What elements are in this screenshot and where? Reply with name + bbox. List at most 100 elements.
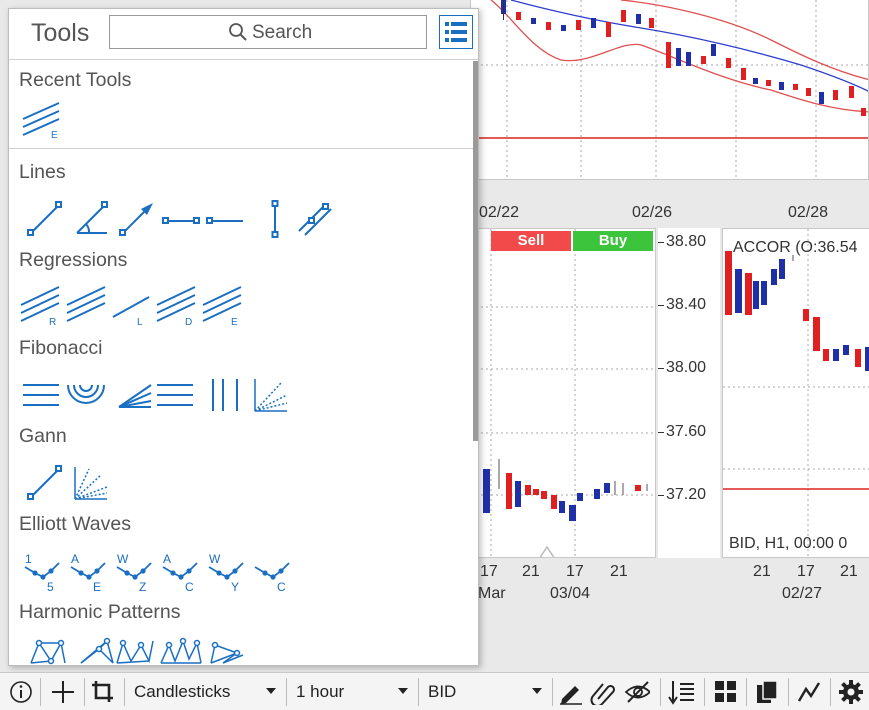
middle-chart-time-axis: 17 21 17 21 Mar 03/04 xyxy=(470,563,656,607)
regression-e-icon[interactable]: E xyxy=(201,283,245,327)
section-harmonic-patterns: Harmonic Patterns xyxy=(19,601,181,623)
top-chart[interactable]: 17 21 17 21 17 21 17 21 17 21 xyxy=(470,0,869,180)
buy-button[interactable]: Buy xyxy=(573,231,653,251)
right-candles xyxy=(725,251,869,371)
vertical-segment-icon[interactable] xyxy=(255,199,295,239)
crop-icon[interactable] xyxy=(90,679,116,705)
regression-l-icon[interactable]: L xyxy=(109,283,153,327)
chart-type-value: Candlesticks xyxy=(134,682,231,701)
price-label: 38.00 xyxy=(666,359,707,376)
divider xyxy=(9,148,473,149)
toolbar-separator xyxy=(552,678,553,706)
recent-icon-letter: E xyxy=(51,130,58,141)
toolbar-separator xyxy=(788,678,789,706)
gann-line-icon[interactable] xyxy=(25,463,65,503)
chart-type-select[interactable]: Candlesticks xyxy=(126,678,284,706)
harmonic-shark-icon[interactable] xyxy=(207,637,247,666)
top-chart-plot xyxy=(471,0,868,179)
time-label: 17 xyxy=(797,563,815,580)
elliott-wave-icon[interactable]: C xyxy=(251,547,293,593)
elliott-wave-icon[interactable]: AE xyxy=(67,547,109,593)
search-input[interactable]: Search xyxy=(109,15,427,49)
list-view-icon xyxy=(445,22,467,42)
regression-r-icon[interactable]: R xyxy=(19,283,63,327)
info-icon[interactable] xyxy=(8,679,34,705)
fib-speed-fan-icon[interactable] xyxy=(251,375,291,415)
recent-regression-e-icon[interactable]: E xyxy=(19,97,63,141)
fib-retracement-icon[interactable] xyxy=(21,375,61,415)
search-placeholder: Search xyxy=(252,22,313,43)
tools-scrollbar[interactable] xyxy=(473,61,478,441)
search-icon xyxy=(229,23,247,41)
toolbar-separator xyxy=(286,678,287,706)
elliott-label-end: E xyxy=(93,580,101,593)
price-type-select[interactable]: BID xyxy=(420,678,550,706)
elliott-wave-icon[interactable]: WY xyxy=(205,547,247,593)
price-label: 38.40 xyxy=(666,296,707,313)
hide-icon[interactable] xyxy=(624,679,650,705)
settings-gear-icon[interactable] xyxy=(838,679,864,705)
fib-time-zones-icon[interactable] xyxy=(207,375,247,415)
elliott-label-end: C xyxy=(277,580,286,593)
elliott-wave-icon[interactable]: AC xyxy=(159,547,201,593)
fib-arcs-icon[interactable] xyxy=(65,375,107,415)
regression-letter: E xyxy=(231,317,238,327)
harmonic-abcd-icon[interactable] xyxy=(113,637,157,666)
date-label: 02/27 xyxy=(782,585,823,602)
time-label: 17 xyxy=(480,563,498,580)
templates-icon[interactable] xyxy=(754,679,780,705)
right-chart[interactable]: ACCOR (O:36.54 BID, H1, 00:00 0 xyxy=(722,228,869,558)
gann-fan-icon[interactable] xyxy=(71,463,111,503)
trend-line-icon[interactable] xyxy=(25,199,65,239)
ray-line-icon[interactable] xyxy=(117,199,157,239)
section-lines: Lines xyxy=(19,161,66,183)
angle-line-icon[interactable] xyxy=(71,199,111,239)
timeframe-select[interactable]: 1 hour xyxy=(288,678,416,706)
time-label: 21 xyxy=(610,563,628,580)
elliott-wave-icon[interactable]: 15 xyxy=(21,547,63,593)
tools-title: Tools xyxy=(31,19,90,47)
middle-chart[interactable] xyxy=(470,228,656,558)
crosshair-icon[interactable] xyxy=(50,679,76,705)
list-view-button[interactable] xyxy=(439,15,473,49)
time-label: 21 xyxy=(522,563,540,580)
price-label: 37.20 xyxy=(666,486,707,503)
harmonic-xabcd-icon[interactable] xyxy=(27,637,67,666)
harmonic-three-drives-icon[interactable] xyxy=(159,637,203,666)
horizontal-segment-icon[interactable] xyxy=(161,199,201,239)
section-gann: Gann xyxy=(19,425,67,447)
sort-list-icon[interactable] xyxy=(668,679,694,705)
sell-button[interactable]: Sell xyxy=(491,231,571,251)
date-label: 02/26 xyxy=(632,204,673,221)
horizontal-ray-icon[interactable] xyxy=(205,199,245,239)
harmonic-cypher-icon[interactable] xyxy=(77,637,117,666)
elliott-wave-icon[interactable]: WZ xyxy=(113,547,155,593)
middle-chart-price-axis: 38.80 38.40 38.00 37.60 37.20 xyxy=(658,228,720,558)
elliott-label-end: Y xyxy=(231,580,239,593)
elliott-label-end: 5 xyxy=(47,580,54,593)
indicators-icon[interactable] xyxy=(796,679,822,705)
date-label: 03/04 xyxy=(550,585,591,602)
attach-icon[interactable] xyxy=(590,679,616,705)
toolbar-separator xyxy=(746,678,747,706)
chevron-down-icon xyxy=(398,688,408,694)
fib-fan-icon[interactable] xyxy=(115,375,155,415)
elliott-label-start: 1 xyxy=(25,552,32,566)
regression-channel-icon[interactable] xyxy=(65,283,109,327)
price-label: 37.60 xyxy=(666,423,707,440)
fib-extension-icon[interactable] xyxy=(155,375,195,415)
chevron-down-icon xyxy=(266,688,276,694)
tools-panel: Tools Search Recent Tools E Lines Regres… xyxy=(8,8,479,666)
date-label: 02/28 xyxy=(788,204,829,221)
parallel-lines-icon[interactable] xyxy=(295,199,335,239)
right-chart-title: ACCOR (O:36.54 xyxy=(733,239,858,256)
top-chart-date-axis: 02/22 02/26 02/28 xyxy=(470,204,869,226)
elliott-waves-row: 15AEWZACWYC xyxy=(21,547,321,593)
regression-d-icon[interactable]: D xyxy=(155,283,199,327)
grid-layout-icon[interactable] xyxy=(713,679,739,705)
bottom-toolbar: Candlesticks 1 hour BID xyxy=(0,672,869,710)
elliott-label-end: C xyxy=(185,580,194,593)
pencil-icon[interactable] xyxy=(558,679,584,705)
date-label: 02/22 xyxy=(479,204,520,221)
toolbar-separator xyxy=(84,678,85,706)
